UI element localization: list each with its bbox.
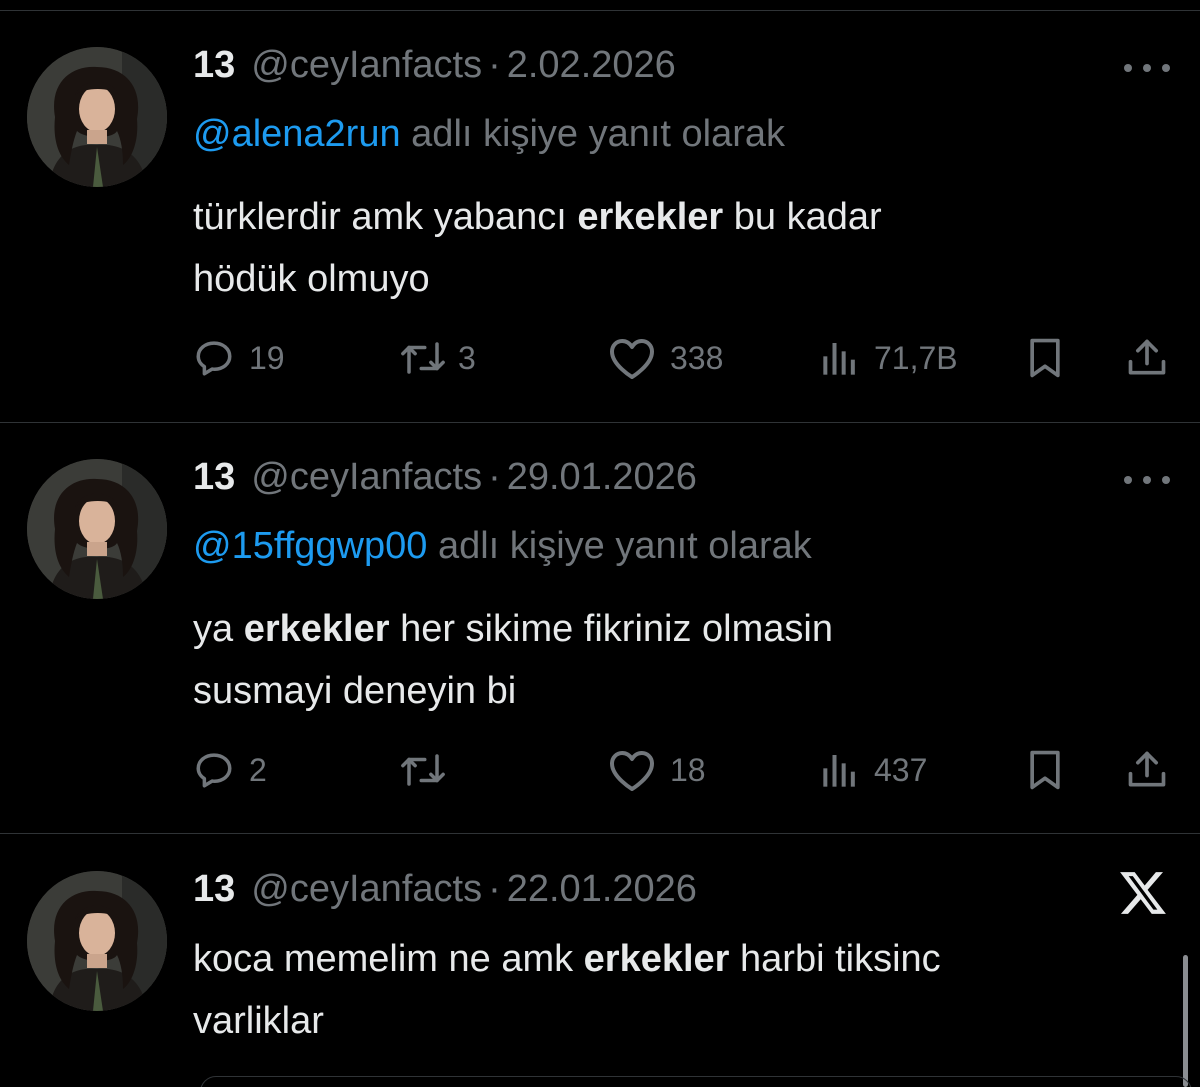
like-button[interactable]: 18 xyxy=(608,745,706,795)
reply-context-label: adlı kişiye yanıt olarak xyxy=(411,113,786,155)
timestamp[interactable]: 29.01.2026 xyxy=(507,456,697,499)
repost-count: 3 xyxy=(458,339,476,376)
separator: · xyxy=(488,868,501,910)
separator: · xyxy=(488,44,501,86)
divider xyxy=(0,833,1200,834)
like-button[interactable]: 338 xyxy=(608,333,723,383)
repost-button[interactable]: 3 xyxy=(398,333,476,383)
reply-context: @15ffggwp00 adlı kişiye yanıt olarak xyxy=(193,525,812,568)
reply-count: 19 xyxy=(249,339,285,376)
views-count: 71,7B xyxy=(874,339,958,376)
share-button[interactable] xyxy=(1125,333,1169,383)
bookmark-button[interactable] xyxy=(1023,745,1067,795)
tweet-text-part: bu kadar xyxy=(723,196,882,238)
tweet-text-part: hödük olmuyo xyxy=(193,258,430,300)
tweet-text-part: harbi tiksinc xyxy=(729,938,941,980)
tweet-text-part: koca memelim ne amk xyxy=(193,938,584,980)
bookmark-button[interactable] xyxy=(1023,333,1067,383)
repost-button[interactable] xyxy=(398,745,458,795)
tweet-text-part: varliklar xyxy=(193,1000,324,1042)
tweet-text-part: her sikime fikriniz olmasin xyxy=(389,608,833,650)
views-icon xyxy=(823,343,855,375)
more-icon[interactable] xyxy=(1124,58,1170,78)
tweet-header: 13 @ceyIanfacts · 29.01.2026 xyxy=(193,456,697,504)
reply-mention-link[interactable]: @15ffggwp00 xyxy=(193,525,427,567)
username[interactable]: @ceyIanfacts xyxy=(251,868,482,911)
action-bar: 19 3 338 71,7B xyxy=(193,333,1173,383)
timestamp[interactable]: 2.02.2026 xyxy=(507,44,676,87)
display-name[interactable]: 13 xyxy=(193,44,235,87)
tweet-text-part: türklerdir amk yabancı xyxy=(193,196,578,238)
reply-button[interactable]: 2 xyxy=(193,745,267,795)
avatar[interactable] xyxy=(27,459,167,599)
tweet-text-bold: erkekler xyxy=(583,938,730,980)
separator: · xyxy=(488,456,501,498)
share-icon xyxy=(1128,339,1166,375)
tweet-text-bold: erkekler xyxy=(243,608,390,650)
embedded-card[interactable] xyxy=(200,1076,1192,1087)
avatar[interactable] xyxy=(27,47,167,187)
heart-icon xyxy=(610,339,654,379)
views-button[interactable]: 71,7B xyxy=(820,333,958,383)
x-logo-icon xyxy=(1118,870,1168,916)
tweet-text: koca memelim ne amk erkekler harbi tiksi… xyxy=(193,928,1153,1052)
reply-count: 2 xyxy=(249,751,267,788)
timeline: 13 @ceyIanfacts · 2.02.2026 @alena2run a… xyxy=(0,0,1200,1087)
views-icon xyxy=(823,755,855,787)
reply-mention-link[interactable]: @alena2run xyxy=(193,113,401,155)
share-button[interactable] xyxy=(1125,745,1169,795)
share-icon xyxy=(1128,751,1166,787)
reply-context: @alena2run adlı kişiye yanıt olarak xyxy=(193,113,785,156)
reply-context-label: adlı kişiye yanıt olarak xyxy=(437,525,812,567)
avatar[interactable] xyxy=(27,871,167,1011)
action-bar: 2 18 437 xyxy=(193,745,1173,795)
top-divider xyxy=(0,10,1200,11)
reply-button[interactable]: 19 xyxy=(193,333,285,383)
tweet-header: 13 @ceyIanfacts · 2.02.2026 xyxy=(193,44,676,92)
views-count: 437 xyxy=(874,751,928,788)
tweet-text: türklerdir amk yabancı erkekler bu kadar… xyxy=(193,186,1153,310)
reply-icon xyxy=(196,753,232,788)
timestamp[interactable]: 22.01.2026 xyxy=(507,868,697,911)
tweet-text-part: ya xyxy=(193,608,244,650)
display-name[interactable]: 13 xyxy=(193,868,235,911)
tweet-text: ya erkekler her sikime fikriniz olmasin … xyxy=(193,598,1153,722)
bookmark-icon xyxy=(1030,750,1060,790)
scrollbar[interactable] xyxy=(1183,955,1188,1087)
views-button[interactable]: 437 xyxy=(820,745,927,795)
repost-icon xyxy=(401,342,445,374)
tweet-text-bold: erkekler xyxy=(577,196,724,238)
username[interactable]: @ceyIanfacts xyxy=(251,456,482,499)
bookmark-icon xyxy=(1030,338,1060,378)
repost-icon xyxy=(401,754,445,786)
tweet-header: 13 @ceyIanfacts · 22.01.2026 xyxy=(193,868,697,916)
display-name[interactable]: 13 xyxy=(193,456,235,499)
tweet-text-part: susmayi deneyin bi xyxy=(193,670,517,712)
more-icon[interactable] xyxy=(1124,470,1170,490)
username[interactable]: @ceyIanfacts xyxy=(251,44,482,87)
like-count: 338 xyxy=(670,339,724,376)
heart-icon xyxy=(610,751,654,791)
divider xyxy=(0,422,1200,423)
like-count: 18 xyxy=(670,751,706,788)
reply-icon xyxy=(196,341,232,376)
